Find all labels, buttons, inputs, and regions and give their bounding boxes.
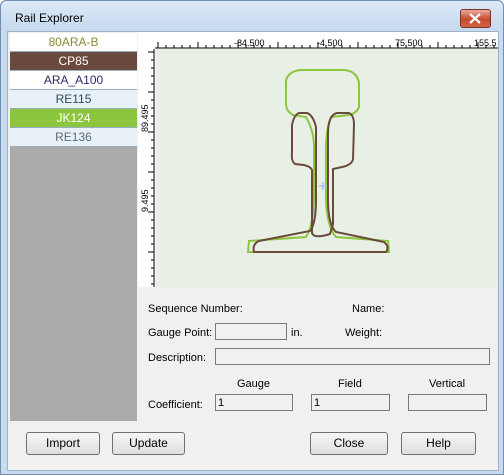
rail-item-jk124[interactable]: JK124 xyxy=(10,109,137,128)
coefficient-label: Coefficient: xyxy=(148,399,203,411)
vertical-coefficient-input[interactable] xyxy=(408,394,487,411)
rail-list[interactable]: 80ARA-B CP85 ARA_A100 RE115 JK124 RE136 xyxy=(10,33,137,421)
rail-profile-green xyxy=(246,69,391,253)
title-bar: Rail Explorer xyxy=(1,1,503,31)
help-button[interactable]: Help xyxy=(401,432,476,455)
window-title: Rail Explorer xyxy=(15,11,84,25)
gauge-point-input[interactable] xyxy=(215,323,287,340)
rail-explorer-window: Rail Explorer 80ARA-B CP85 ARA_A100 RE11… xyxy=(0,0,504,475)
close-icon xyxy=(469,13,481,24)
description-input[interactable] xyxy=(215,348,490,365)
sequence-number-label: Sequence Number: xyxy=(148,303,243,315)
window-close-button[interactable] xyxy=(460,9,491,28)
import-button[interactable]: Import xyxy=(26,432,100,455)
field-column-label: Field xyxy=(338,378,362,390)
rail-item-re115[interactable]: RE115 xyxy=(10,90,137,109)
gauge-column-label: Gauge xyxy=(237,378,271,390)
rail-item-ara-a100[interactable]: ARA_A100 xyxy=(10,71,137,90)
gauge-coefficient-input[interactable] xyxy=(215,394,293,411)
description-label: Description: xyxy=(148,352,207,364)
gauge-point-unit: in. xyxy=(291,327,303,339)
x-tick-label: 155.5 xyxy=(474,38,497,48)
name-label: Name: xyxy=(352,303,385,315)
horizontal-ruler: -84.500 -4.500 75.500 155.5 xyxy=(138,32,498,49)
x-tick-label: -84.500 xyxy=(234,38,265,48)
rail-profile-brown xyxy=(252,112,389,253)
vertical-column-label: Vertical xyxy=(429,378,466,390)
close-button[interactable]: Close xyxy=(310,432,388,455)
rail-item-80ara-b[interactable]: 80ARA-B xyxy=(10,33,137,52)
y-tick-label: 9.495 xyxy=(140,189,150,212)
dialog-body: 80ARA-B CP85 ARA_A100 RE115 JK124 RE136 … xyxy=(7,31,499,471)
gauge-point-label: Gauge Point: xyxy=(148,327,213,339)
vertical-ruler: 89.495 9.495 xyxy=(138,32,155,287)
x-tick-label: 75.500 xyxy=(395,38,423,48)
update-button[interactable]: Update xyxy=(112,432,185,455)
field-coefficient-input[interactable] xyxy=(311,394,390,411)
rail-profile-canvas[interactable] xyxy=(156,49,498,287)
x-tick-label: -4.500 xyxy=(317,38,343,48)
y-tick-label: 89.495 xyxy=(140,104,150,132)
rail-item-cp85[interactable]: CP85 xyxy=(10,52,137,71)
weight-label: Weight: xyxy=(345,327,383,339)
rail-item-re136[interactable]: RE136 xyxy=(10,128,137,147)
